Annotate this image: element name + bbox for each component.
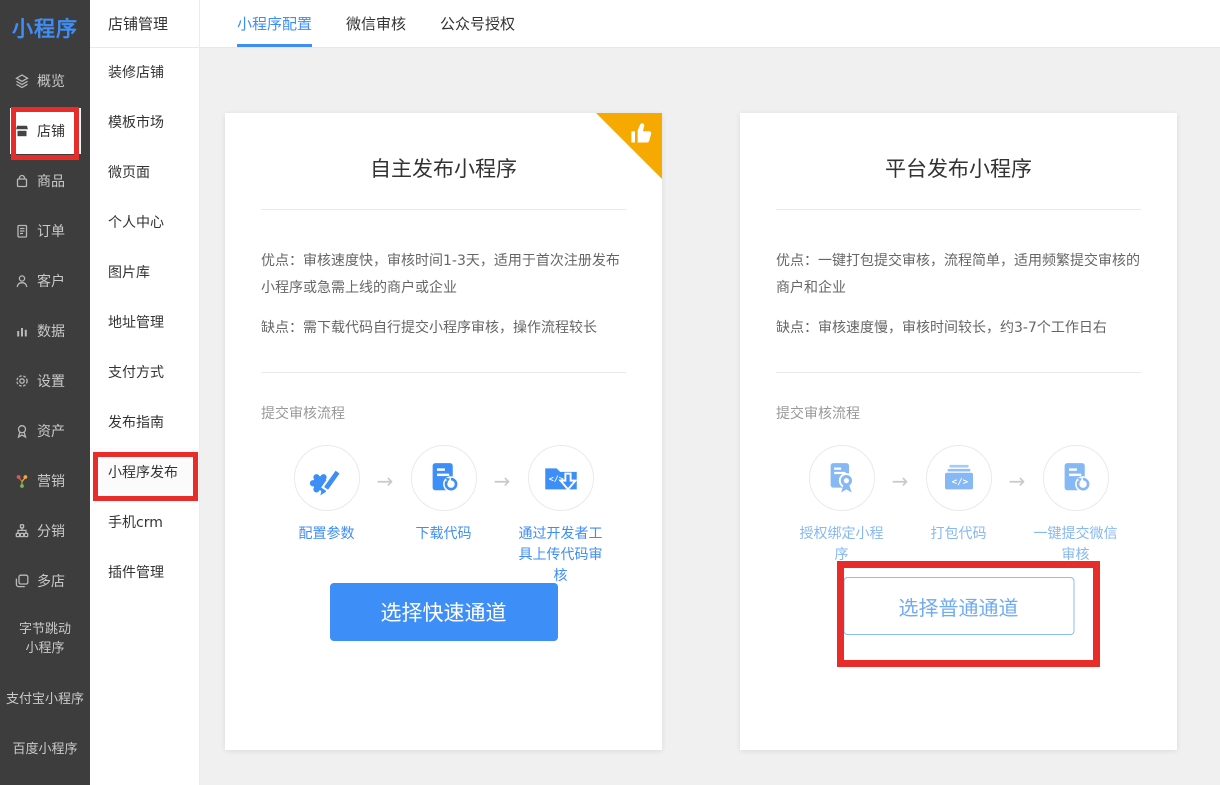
bar-chart-icon	[14, 323, 30, 339]
submenu-item-address-management[interactable]: 地址管理	[90, 298, 199, 348]
svg-text:</>: </>	[951, 477, 968, 488]
step-package-code: </> 打包代码	[900, 445, 1017, 566]
sidebar-item-goods[interactable]: 商品	[0, 156, 90, 206]
submenu-item-publish-guide[interactable]: 发布指南	[90, 398, 199, 448]
sidebar-item-customers[interactable]: 客户	[0, 256, 90, 306]
tab-official-account-auth[interactable]: 公众号授权	[440, 0, 515, 47]
submenu-item-plugin-management[interactable]: 插件管理	[90, 548, 199, 598]
app-root: 小程序 概览 店铺 商品 订单	[0, 0, 1220, 785]
step-submit-review: 一键提交微信审核	[1017, 445, 1134, 566]
customer-icon	[14, 273, 30, 289]
tab-bar: 小程序配置 微信审核 公众号授权	[200, 0, 1220, 48]
submenu-item-decorate-store[interactable]: 装修店铺	[90, 48, 199, 98]
submenu-item-miniprogram-publish[interactable]: 小程序发布	[90, 448, 199, 498]
card-title: 平台发布小程序	[740, 153, 1177, 183]
flow-steps: 授权绑定小程序 → </> 打包代码 →	[740, 445, 1177, 566]
secondary-sidebar: 店铺管理 装修店铺 模板市场 微页面 个人中心 图片库 地址管理 支付方式 发布…	[90, 0, 200, 785]
submenu-item-template-market[interactable]: 模板市场	[90, 98, 199, 148]
submenu-header: 店铺管理	[90, 0, 199, 48]
step-label: 通过开发者工具上传代码审核	[513, 524, 609, 587]
authorize-bind-icon	[809, 445, 875, 511]
divider	[776, 372, 1141, 373]
multi-store-icon	[14, 573, 30, 589]
choose-fast-channel-button[interactable]: 选择快速通道	[330, 583, 558, 641]
cons-text: 缺点：需下载代码自行提交小程序审核，操作流程较长	[261, 315, 626, 342]
download-code-icon	[411, 445, 477, 511]
choose-normal-channel-button[interactable]: 选择普通通道	[843, 577, 1074, 635]
sidebar-item-marketing[interactable]: 营销	[0, 456, 90, 506]
bag-icon	[14, 173, 30, 189]
network-icon	[14, 523, 30, 539]
layers-icon	[14, 73, 30, 89]
main-content: 自主发布小程序 优点：审核速度快，审核时间1-3天，适用于首次注册发布小程序或急…	[200, 48, 1220, 785]
sidebar-item-alipay-miniprogram[interactable]: 支付宝小程序	[0, 672, 90, 722]
step-upload-code: </> 通过开发者工具上传代码审核	[502, 445, 619, 587]
divider	[776, 209, 1141, 210]
step-authorize-bind: 授权绑定小程序	[783, 445, 900, 566]
cons-text: 缺点：审核速度慢，审核时间较长，约3-7个工作日右	[776, 315, 1141, 342]
sidebar-item-multi-store[interactable]: 多店	[0, 556, 90, 606]
step-label: 配置参数	[279, 524, 375, 545]
flow-label: 提交审核流程	[261, 403, 626, 423]
sidebar-item-overview[interactable]: 概览	[0, 56, 90, 106]
submenu-item-payment-method[interactable]: 支付方式	[90, 348, 199, 398]
step-label: 下载代码	[396, 524, 492, 545]
step-label: 打包代码	[911, 524, 1007, 545]
gear-icon	[14, 373, 30, 389]
order-icon	[14, 223, 30, 239]
divider	[261, 209, 626, 210]
step-label: 一键提交微信审核	[1028, 524, 1124, 566]
store-icon	[14, 123, 30, 139]
config-gear-pencil-icon	[294, 445, 360, 511]
thumbs-up-icon	[628, 120, 655, 147]
sidebar-item-store[interactable]: 店铺	[0, 106, 90, 156]
medal-icon	[14, 423, 30, 439]
pros-text: 优点：审核速度快，审核时间1-3天，适用于首次注册发布小程序或急需上线的商户或企…	[261, 248, 626, 302]
step-download-code: 下载代码	[385, 445, 502, 587]
share-nodes-icon	[14, 473, 30, 489]
step-config-params: 配置参数	[268, 445, 385, 587]
step-label: 授权绑定小程序	[794, 524, 890, 566]
submenu-item-image-library[interactable]: 图片库	[90, 248, 199, 298]
primary-sidebar: 小程序 概览 店铺 商品 订单	[0, 0, 90, 785]
sidebar-item-baidu-miniprogram[interactable]: 百度小程序	[0, 722, 90, 772]
card-self-publish: 自主发布小程序 优点：审核速度快，审核时间1-3天，适用于首次注册发布小程序或急…	[225, 113, 662, 750]
package-code-icon: </>	[926, 445, 992, 511]
sidebar-item-bytedance-miniprogram[interactable]: 字节跳动小程序	[0, 606, 90, 672]
pros-text: 优点：一键打包提交审核，流程简单，适用频繁提交审核的商户和企业	[776, 248, 1141, 302]
tab-miniprogram-config[interactable]: 小程序配置	[237, 0, 312, 47]
flow-steps: 配置参数 → 下载代码 →	[225, 445, 662, 587]
flow-label: 提交审核流程	[776, 403, 1141, 423]
sidebar-item-data[interactable]: 数据	[0, 306, 90, 356]
submit-review-icon	[1043, 445, 1109, 511]
sidebar-item-settings[interactable]: 设置	[0, 356, 90, 406]
submenu-item-micro-page[interactable]: 微页面	[90, 148, 199, 198]
submenu-item-mobile-crm[interactable]: 手机crm	[90, 498, 199, 548]
divider	[261, 372, 626, 373]
sidebar-item-orders[interactable]: 订单	[0, 206, 90, 256]
submenu-item-personal-center[interactable]: 个人中心	[90, 198, 199, 248]
sidebar-item-assets[interactable]: 资产	[0, 406, 90, 456]
upload-code-folder-icon: </>	[528, 445, 594, 511]
tab-wechat-review[interactable]: 微信审核	[346, 0, 406, 47]
card-platform-publish: 平台发布小程序 优点：一键打包提交审核，流程简单，适用频繁提交审核的商户和企业 …	[740, 113, 1177, 750]
sidebar-item-distribution[interactable]: 分销	[0, 506, 90, 556]
app-logo: 小程序	[0, 0, 90, 56]
